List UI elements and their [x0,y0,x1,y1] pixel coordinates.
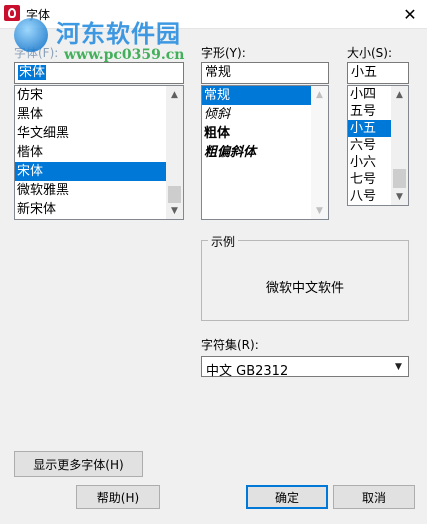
font-list-item-selected[interactable]: 宋体 [15,162,166,181]
style-item-regular[interactable]: 常规 [202,86,311,105]
scroll-thumb[interactable] [168,186,181,203]
ok-button[interactable]: 确定 [246,485,328,509]
sample-group: 示例 微软中文软件 [201,233,409,321]
font-list-item[interactable]: 黑体 [15,105,166,124]
scroll-down-arrow-icon[interactable]: ▼ [391,188,408,205]
scroll-down-arrow-icon[interactable]: ▼ [311,202,328,219]
font-style-input[interactable]: 常规 [201,62,329,84]
charset-select[interactable]: 中文 GB2312 ▼ [201,356,409,379]
window-title: 字体 [26,8,51,22]
font-size-value: 小五 [351,65,378,80]
sample-text: 微软中文软件 [265,281,344,296]
app-font-icon [4,5,20,21]
font-style-list[interactable]: 常规 倾斜 粗体 粗偏斜体 ▲ ▼ [201,85,329,220]
font-label: 字体(F): [14,46,59,60]
sample-title: 示例 [208,233,239,250]
style-label: 字形(Y): [201,46,246,60]
font-size-list[interactable]: 小四 五号 小五 六号 小六 七号 八号 ▲ ▼ [347,85,409,206]
size-list-item[interactable]: 小四 [348,86,391,103]
size-list-item[interactable]: 六号 [348,137,391,154]
close-button[interactable]: ✕ [399,3,421,25]
show-more-fonts-button[interactable]: 显示更多字体(H) [14,451,143,477]
font-list-item[interactable]: 楷体 [15,143,166,162]
size-label: 大小(S): [347,46,393,60]
size-list-item[interactable]: 小六 [348,154,391,171]
scroll-up-arrow-icon[interactable]: ▲ [166,86,183,103]
font-list-item[interactable]: 华文细黑 [15,124,166,143]
watermark-url: www.pc0359.cn [64,47,185,63]
font-list-item[interactable]: 微软雅黑 [15,181,166,200]
font-name-input[interactable]: 宋体 [14,62,184,84]
font-size-input[interactable]: 小五 [347,62,409,84]
font-list-item[interactable]: 新宋体 [15,200,166,219]
chevron-down-icon[interactable]: ▼ [391,359,406,374]
font-style-value: 常规 [205,65,232,80]
help-button[interactable]: 帮助(H) [76,485,160,509]
scroll-up-arrow-icon[interactable]: ▲ [311,86,328,103]
size-list-item-selected[interactable]: 小五 [348,120,391,137]
style-list-scrollbar[interactable]: ▲ ▼ [311,86,328,219]
size-list-item[interactable]: 八号 [348,188,391,205]
cancel-button[interactable]: 取消 [333,485,415,509]
scroll-thumb[interactable] [393,169,406,188]
style-item-bold[interactable]: 粗体 [202,124,311,143]
scroll-down-arrow-icon[interactable]: ▼ [166,202,183,219]
scroll-up-arrow-icon[interactable]: ▲ [391,86,408,103]
size-list-item[interactable]: 五号 [348,103,391,120]
font-list[interactable]: 仿宋 黑体 华文细黑 楷体 宋体 微软雅黑 新宋体 ▲ ▼ [14,85,184,220]
font-name-value: 宋体 [18,65,47,80]
size-list-item[interactable]: 七号 [348,171,391,188]
title-bar: 字体 ✕ [0,0,427,29]
style-item-italic[interactable]: 倾斜 [202,105,311,124]
charset-value: 中文 GB2312 [206,364,289,379]
size-list-scrollbar[interactable]: ▲ ▼ [391,86,408,205]
font-list-item[interactable]: 仿宋 [15,86,166,105]
font-list-scrollbar[interactable]: ▲ ▼ [166,86,183,219]
style-item-bold-italic[interactable]: 粗偏斜体 [202,143,311,162]
charset-label: 字符集(R): [201,338,259,352]
